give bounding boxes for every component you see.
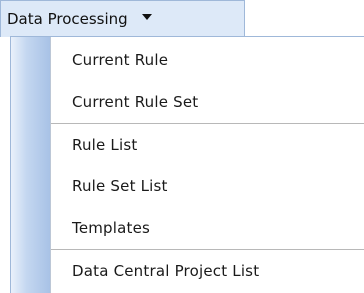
menu-item-rule-set-list[interactable]: Rule Set List bbox=[51, 165, 364, 207]
menu-item-data-central-project-list[interactable]: Data Central Project List bbox=[51, 249, 364, 291]
menu-item-current-rule-set[interactable]: Current Rule Set bbox=[51, 81, 364, 123]
menu-root: Data Processing Current Rule Current Rul… bbox=[0, 0, 364, 293]
menu-item-templates[interactable]: Templates bbox=[51, 207, 364, 249]
menu-item-current-rule[interactable]: Current Rule bbox=[51, 37, 364, 81]
data-processing-menu-button[interactable]: Data Processing bbox=[0, 0, 245, 37]
menu-items: Current Rule Current Rule Set Rule List … bbox=[51, 37, 364, 293]
menu-title: Data Processing bbox=[7, 10, 128, 28]
dropdown-menu: Current Rule Current Rule Set Rule List … bbox=[10, 36, 364, 293]
caret-down-icon[interactable] bbox=[141, 14, 152, 20]
menu-item-rule-list[interactable]: Rule List bbox=[51, 123, 364, 165]
menu-gutter bbox=[11, 37, 51, 293]
